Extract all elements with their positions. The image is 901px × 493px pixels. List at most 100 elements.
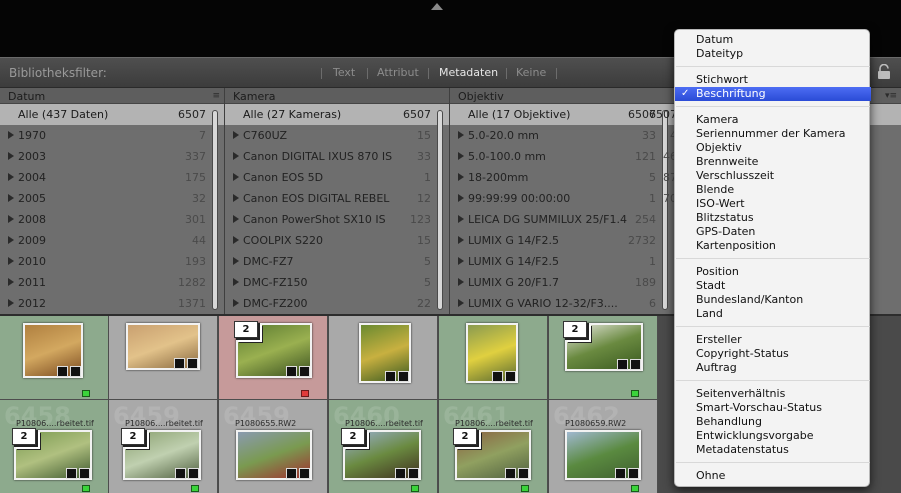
thumbnail-cell[interactable] xyxy=(439,316,548,400)
menu-item[interactable]: Stadt xyxy=(675,279,871,293)
disclosure-triangle-icon[interactable] xyxy=(8,152,14,160)
filter-row[interactable]: 1970 7 xyxy=(0,125,224,146)
color-label-flag[interactable] xyxy=(300,390,309,397)
filter-mode-metadaten[interactable]: Metadaten xyxy=(439,66,498,79)
develop-adjusted-badge-icon[interactable] xyxy=(505,371,516,382)
scrollbar[interactable] xyxy=(212,110,218,310)
color-label-flag[interactable] xyxy=(630,485,639,492)
menu-item[interactable]: Kartenposition xyxy=(675,239,871,253)
filter-row[interactable]: LUMIX G 14/F2.5 1 xyxy=(450,251,674,272)
menu-item[interactable]: Seitenverhältnis xyxy=(675,387,871,401)
thumbnail-cell[interactable]: 6462 P1080659.RW2 xyxy=(549,400,658,493)
filter-row[interactable]: 2011 1282 xyxy=(0,272,224,293)
keyword-badge-icon[interactable] xyxy=(615,468,626,479)
color-label-flag[interactable] xyxy=(410,485,419,492)
menu-item[interactable]: Stichwort xyxy=(675,73,871,87)
keyword-badge-icon[interactable] xyxy=(617,359,628,370)
filter-row[interactable]: Alle (437 Daten) 6507 xyxy=(0,104,224,125)
keyword-badge-icon[interactable] xyxy=(505,468,516,479)
disclosure-triangle-icon[interactable] xyxy=(458,257,464,265)
develop-adjusted-badge-icon[interactable] xyxy=(187,358,198,369)
filter-row[interactable]: 2008 301 xyxy=(0,209,224,230)
filter-row[interactable]: DMC-FZ200 22 xyxy=(225,293,449,314)
stack-count-badge[interactable]: 2 xyxy=(453,428,477,445)
menu-item[interactable]: Position xyxy=(675,265,871,279)
keyword-badge-icon[interactable] xyxy=(286,468,297,479)
menu-item[interactable]: Seriennummer der Kamera xyxy=(675,127,871,141)
keyword-badge-icon[interactable] xyxy=(385,371,396,382)
menu-item[interactable]: ISO-Wert xyxy=(675,197,871,211)
filter-row[interactable]: C760UZ 15 xyxy=(225,125,449,146)
color-label-flag[interactable] xyxy=(81,390,90,397)
disclosure-triangle-icon[interactable] xyxy=(233,278,239,286)
menu-item[interactable]: GPS-Daten xyxy=(675,225,871,239)
thumbnail-cell[interactable]: 6460 P10806....rbeitet.tif 2 xyxy=(329,400,438,493)
column-header[interactable]: Datum ≡ xyxy=(0,88,224,104)
menu-item[interactable]: Objektiv xyxy=(675,141,871,155)
stack-count-badge[interactable]: 2 xyxy=(563,321,587,338)
disclosure-triangle-icon[interactable] xyxy=(8,257,14,265)
color-label-flag[interactable] xyxy=(190,485,199,492)
disclosure-triangle-icon[interactable] xyxy=(8,194,14,202)
thumbnail-cell[interactable]: 6459 P10806....rbeitet.tif 2 xyxy=(109,400,218,493)
filter-row[interactable]: Canon PowerShot SX10 IS 123 xyxy=(225,209,449,230)
filter-mode-keine[interactable]: Keine xyxy=(516,66,546,79)
filter-row[interactable]: Canon DIGITAL IXUS 870 IS 33 xyxy=(225,146,449,167)
stack-count-badge[interactable]: 2 xyxy=(121,428,145,445)
filter-row[interactable]: LUMIX G 20/F1.7 189 xyxy=(450,272,674,293)
menu-item[interactable]: Metadatenstatus xyxy=(675,443,871,457)
disclosure-triangle-icon[interactable] xyxy=(8,278,14,286)
filter-row[interactable]: 2004 175 xyxy=(0,167,224,188)
filter-row[interactable]: 2009 44 xyxy=(0,230,224,251)
filter-row[interactable]: LEICA DG SUMMILUX 25/F1.4 254 xyxy=(450,209,674,230)
menu-item[interactable]: Auftrag xyxy=(675,361,871,375)
disclosure-triangle-icon[interactable] xyxy=(233,131,239,139)
keyword-badge-icon[interactable] xyxy=(492,371,503,382)
disclosure-triangle-icon[interactable] xyxy=(8,299,14,307)
color-label-flag[interactable] xyxy=(81,485,90,492)
filter-row[interactable]: Alle (27 Kameras) 6507 xyxy=(225,104,449,125)
develop-adjusted-badge-icon[interactable] xyxy=(188,468,199,479)
stack-count-badge[interactable]: 2 xyxy=(234,321,258,338)
disclosure-triangle-icon[interactable] xyxy=(458,194,464,202)
filter-row[interactable]: Canon EOS 5D 1 xyxy=(225,167,449,188)
develop-adjusted-badge-icon[interactable] xyxy=(79,468,90,479)
menu-item[interactable]: Land xyxy=(675,307,871,321)
keyword-badge-icon[interactable] xyxy=(174,358,185,369)
develop-adjusted-badge-icon[interactable] xyxy=(299,468,310,479)
disclosure-triangle-icon[interactable] xyxy=(233,215,239,223)
column-menu-icon[interactable]: ≡ xyxy=(212,91,220,101)
filter-row[interactable]: 2012 1371 xyxy=(0,293,224,314)
column-header[interactable]: Objektiv xyxy=(450,88,674,104)
menu-item[interactable]: Blende xyxy=(675,183,871,197)
thumbnail-cell[interactable] xyxy=(109,316,218,400)
stack-count-badge[interactable]: 2 xyxy=(341,428,365,445)
filter-row[interactable]: LUMIX G 14/F2.5 2732 xyxy=(450,230,674,251)
thumbnail-cell[interactable]: 6458 P10806....rbeitet.tif 2 xyxy=(0,400,109,493)
disclosure-triangle-icon[interactable] xyxy=(458,215,464,223)
thumbnail-cell[interactable] xyxy=(329,316,438,400)
color-label-flag[interactable] xyxy=(630,390,639,397)
menu-item[interactable]: Copyright-Status xyxy=(675,347,871,361)
menu-item[interactable]: Kamera xyxy=(675,113,871,127)
filter-row[interactable]: COOLPIX S220 15 xyxy=(225,230,449,251)
develop-adjusted-badge-icon[interactable] xyxy=(70,366,81,377)
thumbnail-cell[interactable] xyxy=(0,316,109,400)
menu-item[interactable]: Entwicklungsvorgabe xyxy=(675,429,871,443)
disclosure-triangle-icon[interactable] xyxy=(458,299,464,307)
thumbnail-cell[interactable]: 6459 P1080655.RW2 xyxy=(219,400,328,493)
disclosure-triangle-icon[interactable] xyxy=(233,173,239,181)
thumbnail-cell[interactable]: 6461 P10806....rbeitet.tif 2 xyxy=(439,400,548,493)
filter-row[interactable]: DMC-FZ7 5 xyxy=(225,251,449,272)
disclosure-triangle-icon[interactable] xyxy=(458,131,464,139)
disclosure-triangle-icon[interactable] xyxy=(458,278,464,286)
menu-item[interactable]: Blitzstatus xyxy=(675,211,871,225)
stack-count-badge[interactable]: 2 xyxy=(12,428,36,445)
filter-row[interactable]: 2003 337 xyxy=(0,146,224,167)
menu-item[interactable]: Brennweite xyxy=(675,155,871,169)
keyword-badge-icon[interactable] xyxy=(175,468,186,479)
develop-adjusted-badge-icon[interactable] xyxy=(630,359,641,370)
thumbnail-cell[interactable]: 2 xyxy=(219,316,328,400)
develop-adjusted-badge-icon[interactable] xyxy=(398,371,409,382)
filter-row[interactable]: 2005 32 xyxy=(0,188,224,209)
